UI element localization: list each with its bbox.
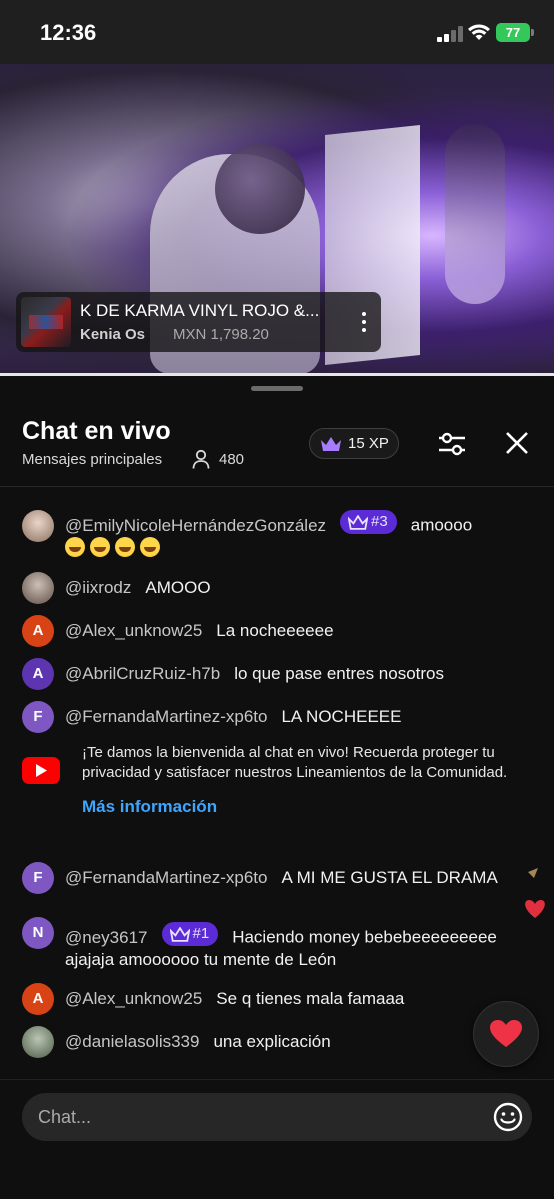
- chat-input-bar: [0, 1079, 554, 1199]
- heart-icon: [490, 1020, 522, 1047]
- message-text: una explicación: [213, 1032, 331, 1051]
- crown-icon: [321, 436, 341, 451]
- avatar[interactable]: [22, 572, 54, 604]
- chat-message: F @FernandaMartinez-xp6to A MI ME GUSTA E…: [22, 862, 532, 894]
- avatar[interactable]: F: [22, 701, 54, 733]
- product-seller: Kenia Os: [80, 326, 146, 343]
- cellular-signal-icon: [437, 26, 463, 42]
- crying-emoji-icon: [115, 536, 135, 557]
- avatar[interactable]: F: [22, 862, 54, 894]
- message-author[interactable]: @danielasolis339: [65, 1032, 199, 1051]
- more-info-link[interactable]: Más información: [82, 797, 532, 817]
- avatar-letter: A: [32, 665, 44, 682]
- welcome-notice: ¡Te damos la bienvenida al chat en vivo!…: [22, 743, 532, 817]
- avatar-letter: N: [32, 924, 44, 941]
- more-vert-icon[interactable]: [356, 302, 372, 342]
- message-author[interactable]: @Alex_unknow25: [65, 989, 202, 1008]
- message-author[interactable]: @FernandaMartinez-xp6to: [65, 707, 267, 726]
- message-author[interactable]: @FernandaMartinez-xp6to: [65, 868, 267, 887]
- chat-message: N @ney3617 #1 Haciendo money bebebeeeeeeee…: [22, 917, 532, 971]
- close-icon[interactable]: [502, 428, 532, 458]
- avatar[interactable]: A: [22, 983, 54, 1015]
- rank-badge: #1: [161, 922, 219, 946]
- chat-message: @iixrodz AMOOO: [22, 572, 532, 604]
- chat-input[interactable]: [22, 1093, 532, 1141]
- floating-hearts-icon: [525, 868, 545, 918]
- viewer-count: 480: [219, 451, 245, 468]
- avatar[interactable]: [22, 510, 54, 542]
- message-author[interactable]: @EmilyNicoleHernándezGonzález: [65, 516, 326, 535]
- message-author[interactable]: @Alex_unknow25: [65, 621, 202, 640]
- chat-message: @EmilyNicoleHernándezGonzález #3 amoooo: [22, 510, 532, 560]
- video-frame-dancer: [445, 124, 505, 304]
- person-icon: [192, 449, 210, 469]
- message-text: La nocheeeeee: [216, 621, 334, 640]
- avatar-letter: A: [32, 622, 44, 639]
- video-frame-helmet: [215, 144, 305, 234]
- message-text: A MI ME GUSTA EL DRAMA: [281, 868, 498, 887]
- status-bar: 12:36 77: [0, 0, 554, 64]
- chat-message: @danielasolis339 una explicación: [22, 1026, 532, 1058]
- chat-mode-selector[interactable]: Mensajes principales: [22, 451, 162, 468]
- battery-indicator: 77: [496, 23, 534, 42]
- chat-message: A @Alex_unknow25 La nocheeeeee: [22, 615, 532, 647]
- xp-label: 15 XP: [348, 435, 389, 452]
- chat-message: F @FernandaMartinez-xp6to LA NOCHEEEE: [22, 701, 532, 733]
- filter-icon[interactable]: [436, 428, 468, 460]
- avatar[interactable]: A: [22, 658, 54, 690]
- xp-badge[interactable]: 15 XP: [309, 428, 399, 459]
- avatar-letter: F: [33, 708, 43, 725]
- message-text: Se q tienes mala famaaa: [216, 989, 405, 1008]
- message-author[interactable]: @AbrilCruzRuiz-h7b: [65, 664, 220, 683]
- live-chat-panel: Chat en vivo Mensajes principales 480 15…: [0, 376, 554, 1199]
- emoji-icon[interactable]: [492, 1101, 524, 1133]
- chat-message: A @AbrilCruzRuiz-h7b lo que pase entres n…: [22, 658, 532, 690]
- youtube-logo-icon: [22, 757, 60, 784]
- message-text: LA NOCHEEEE: [281, 707, 402, 726]
- notice-text: ¡Te damos la bienvenida al chat en vivo!…: [82, 744, 508, 781]
- avatar[interactable]: A: [22, 615, 54, 647]
- crying-emoji-icon: [90, 536, 110, 557]
- rank-badge-label: #3: [371, 513, 388, 530]
- crown-icon: [169, 926, 190, 942]
- rank-badge: #3: [340, 510, 397, 534]
- rank-badge-label: #1: [192, 925, 210, 942]
- crown-icon: [348, 514, 369, 530]
- product-thumbnail: [21, 297, 71, 347]
- wifi-icon: [468, 24, 490, 40]
- product-title: K DE KARMA VINYL ROJO &...: [80, 301, 320, 320]
- product-price: MXN 1,798.20: [173, 326, 269, 343]
- message-text: lo que pase entres nosotros: [234, 664, 445, 683]
- avatar-letter: A: [32, 990, 44, 1007]
- chat-title: Chat en vivo: [22, 417, 171, 445]
- avatar-letter: F: [33, 869, 43, 886]
- clock: 12:36: [40, 20, 97, 45]
- chat-message-list[interactable]: @EmilyNicoleHernándezGonzález #3 amoooo @i…: [0, 487, 554, 1079]
- message-text: amoooo: [410, 515, 473, 535]
- message-author[interactable]: @iixrodz: [65, 578, 131, 597]
- chat-message: A @Alex_unknow25 Se q tienes mala famaaa: [22, 983, 532, 1015]
- heart-reaction-button[interactable]: [473, 1001, 539, 1067]
- message-text: AMOOO: [145, 578, 211, 597]
- message-author[interactable]: @ney3617: [65, 928, 148, 947]
- avatar[interactable]: N: [22, 917, 54, 949]
- avatar[interactable]: [22, 1026, 54, 1058]
- product-card[interactable]: K DE KARMA VINYL ROJO &... Kenia Os MXN …: [16, 292, 381, 352]
- crying-emoji-icon: [65, 536, 85, 557]
- crying-emoji-icon: [140, 536, 160, 557]
- drag-handle[interactable]: [251, 386, 303, 391]
